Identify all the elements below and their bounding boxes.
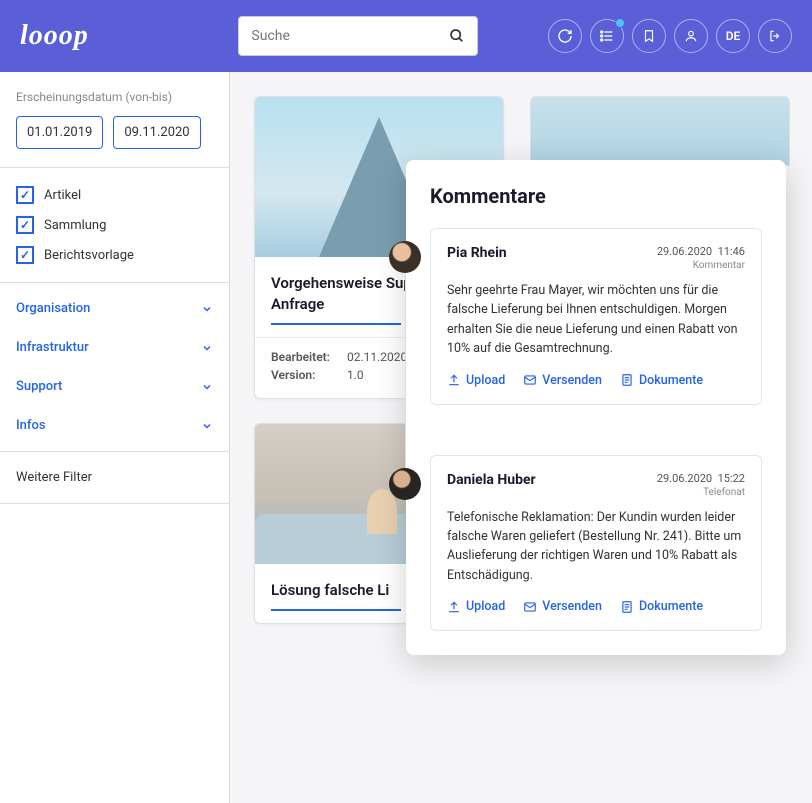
comment-item: Daniela Huber 29.06.2020 15:22 Telefonat…: [430, 455, 762, 632]
checkbox-label: Artikel: [44, 188, 81, 203]
accordion-organisation[interactable]: Organisation: [0, 289, 229, 328]
search-input[interactable]: [251, 28, 449, 44]
notification-dot: [615, 18, 625, 28]
comments-title: Kommentare: [430, 184, 762, 208]
bookmark-icon: [642, 29, 656, 43]
comment-body: Sehr geehrte Frau Mayer, wir möchten uns…: [447, 281, 745, 359]
mail-icon: [523, 373, 537, 387]
more-filters[interactable]: Weitere Filter: [0, 452, 229, 504]
bookmark-button[interactable]: [632, 19, 666, 53]
accordion-label: Support: [16, 379, 62, 394]
accordion-label: Organisation: [16, 301, 90, 316]
user-button[interactable]: [674, 19, 708, 53]
mail-icon: [523, 600, 537, 614]
accordion-label: Infos: [16, 418, 46, 433]
refresh-icon: [557, 28, 573, 44]
logout-icon: [768, 29, 782, 43]
version-label: Version:: [271, 368, 339, 382]
accordion-infos[interactable]: Infos: [0, 406, 229, 445]
check-icon: ✓: [16, 246, 34, 264]
chevron-down-icon: [201, 420, 213, 432]
edited-label: Bearbeitet:: [271, 350, 339, 364]
search-input-wrap[interactable]: [238, 16, 478, 56]
checkbox-berichtsvorlage[interactable]: ✓ Berichtsvorlage: [16, 246, 213, 264]
document-icon: [620, 600, 634, 614]
chevron-down-icon: [201, 342, 213, 354]
version-value: 1.0: [347, 368, 364, 382]
send-button[interactable]: Versenden: [523, 373, 602, 388]
comment-datetime: 29.06.2020 15:22: [657, 472, 745, 485]
accordion-infrastruktur[interactable]: Infrastruktur: [0, 328, 229, 367]
documents-button[interactable]: Dokumente: [620, 373, 703, 388]
send-button[interactable]: Versenden: [523, 599, 602, 614]
refresh-button[interactable]: [548, 19, 582, 53]
checkbox-sammlung[interactable]: ✓ Sammlung: [16, 216, 213, 234]
logout-button[interactable]: [758, 19, 792, 53]
date-to-input[interactable]: 09.11.2020: [113, 116, 200, 149]
card-peek: [530, 96, 790, 166]
app-header: looop DE: [0, 0, 812, 72]
edited-value: 02.11.2020: [347, 350, 407, 364]
search-icon: [449, 28, 465, 44]
comment-type: Telefonat: [657, 487, 745, 498]
documents-button[interactable]: Dokumente: [620, 599, 703, 614]
upload-icon: [447, 600, 461, 614]
date-range-label: Erscheinungsdatum (von-bis): [16, 90, 213, 104]
timeline-line: [405, 274, 406, 474]
comment-item: Pia Rhein 29.06.2020 11:46 Kommentar Seh…: [430, 228, 762, 405]
check-icon: ✓: [16, 186, 34, 204]
comment-author: Pia Rhein: [447, 245, 507, 261]
user-icon: [684, 29, 698, 43]
comment-author: Daniela Huber: [447, 472, 536, 488]
chevron-down-icon: [201, 303, 213, 315]
checkbox-label: Sammlung: [44, 218, 106, 233]
comment-body: Telefonische Reklamation: Der Kundin wur…: [447, 508, 745, 586]
upload-icon: [447, 373, 461, 387]
avatar: [389, 241, 421, 273]
upload-button[interactable]: Upload: [447, 599, 505, 614]
date-from-input[interactable]: 01.01.2019: [16, 116, 103, 149]
document-icon: [620, 373, 634, 387]
avatar: [389, 468, 421, 500]
checkbox-artikel[interactable]: ✓ Artikel: [16, 186, 213, 204]
comment-type: Kommentar: [657, 260, 745, 271]
comment-datetime: 29.06.2020 11:46: [657, 245, 745, 258]
upload-button[interactable]: Upload: [447, 373, 505, 388]
list-icon: [599, 28, 615, 44]
accordion-label: Infrastruktur: [16, 340, 89, 355]
chevron-down-icon: [201, 381, 213, 393]
accordion-support[interactable]: Support: [0, 367, 229, 406]
comments-panel: Kommentare Pia Rhein 29.06.2020 11:46 Ko…: [406, 160, 786, 655]
language-button[interactable]: DE: [716, 19, 750, 53]
logo: looop: [20, 20, 89, 52]
sidebar: Erscheinungsdatum (von-bis) 01.01.2019 0…: [0, 72, 230, 803]
checkbox-label: Berichtsvorlage: [44, 248, 134, 263]
check-icon: ✓: [16, 216, 34, 234]
list-button[interactable]: [590, 19, 624, 53]
